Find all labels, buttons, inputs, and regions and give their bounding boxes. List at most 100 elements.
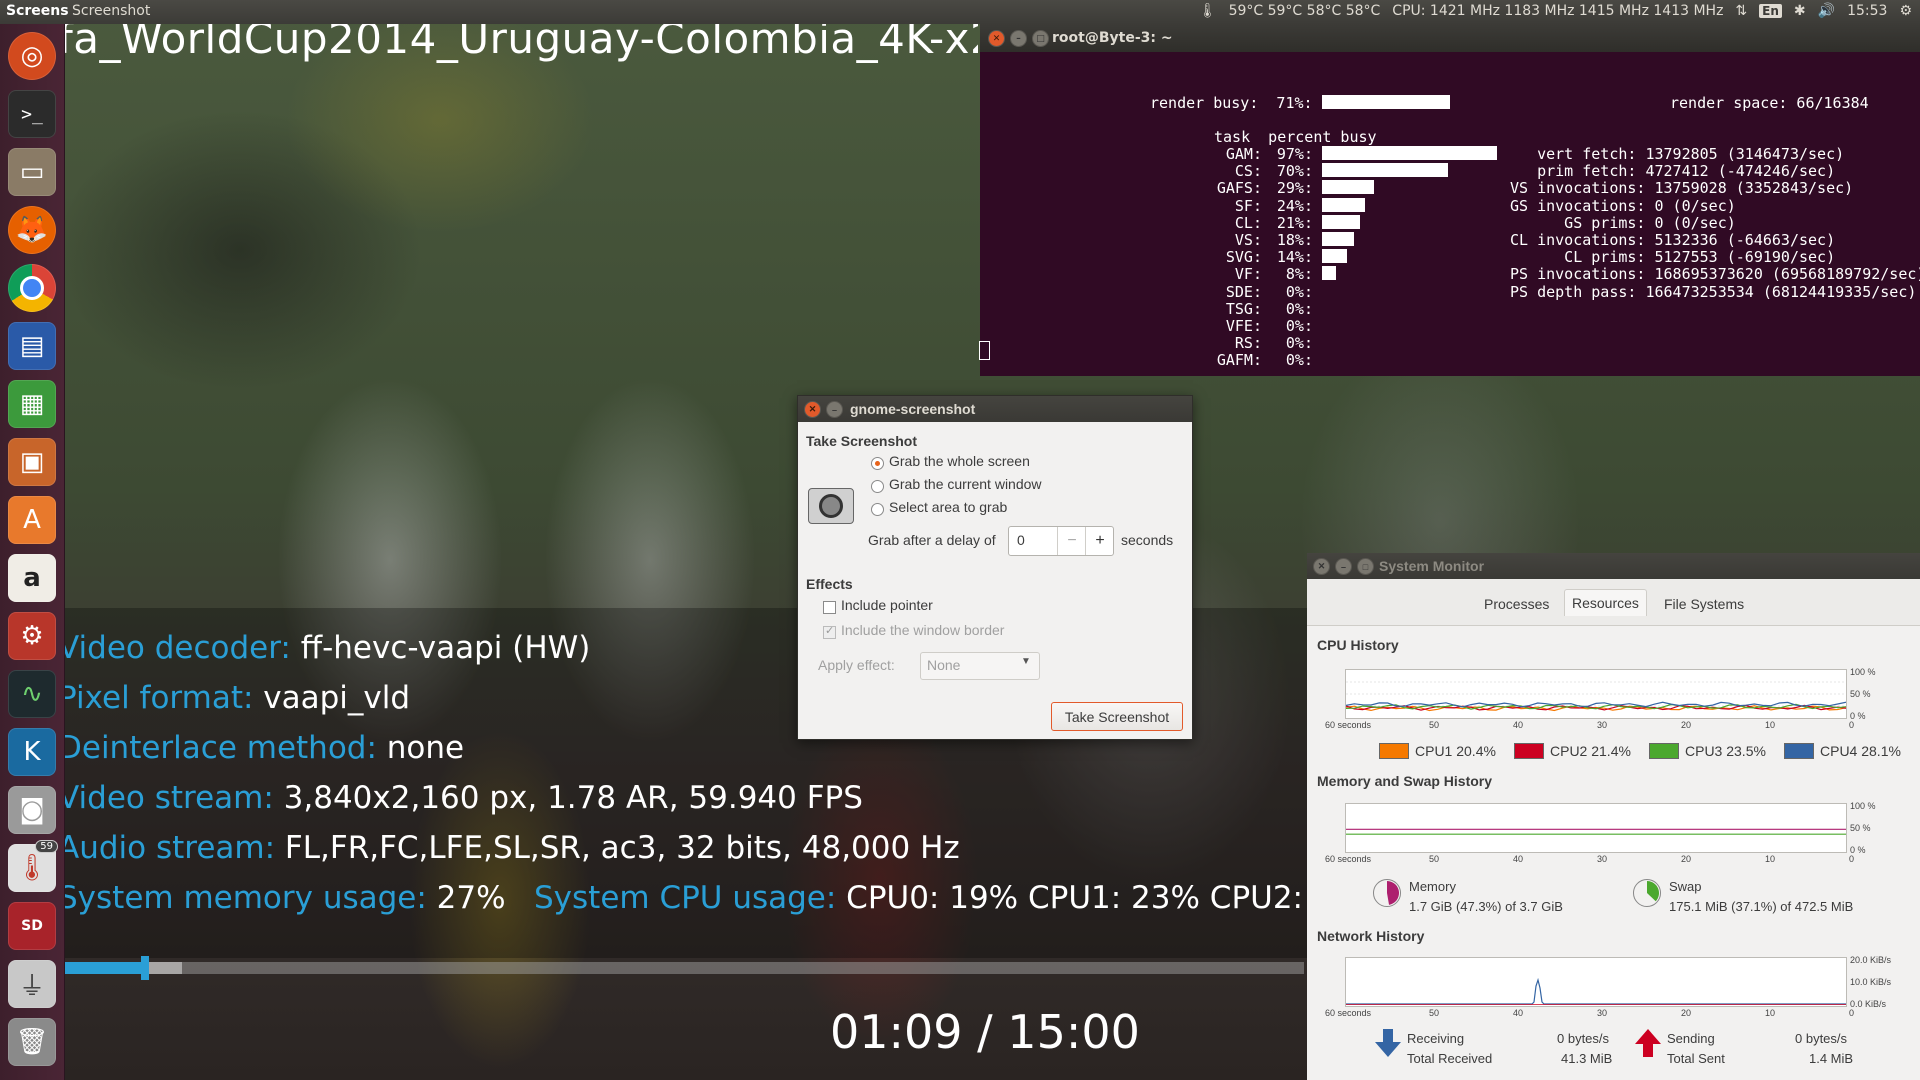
app-menu-name[interactable]: Screens [6,3,69,19]
system-monitor-icon[interactable]: ∿ [8,670,56,718]
top-panel: Screens Screenshot 🌡 59°C 59°C 58°C 58°C… [0,0,1920,24]
system-tray: 🌡 59°C 59°C 58°C 58°C CPU: 1421 MHz 1183… [1199,3,1912,19]
network-history-title: Network History [1317,928,1425,944]
settings-icon[interactable]: ⚙ [8,612,56,660]
files-icon[interactable]: ▭ [8,148,56,196]
delay-value[interactable]: 0 [1017,532,1025,548]
thermometer-icon[interactable]: 🌡 59 [8,840,58,892]
delay-spinbox[interactable]: 0 − + [1008,526,1114,556]
task-name: VFE: [1225,317,1262,335]
thermometer-icon[interactable]: 🌡 [1199,3,1217,19]
terminal-output[interactable]: render busy: 71%: render space: 66/16384… [980,52,1920,376]
task-header: task percent busy [1214,128,1377,146]
terminal-title: root@Byte-3: ~ [1052,30,1173,46]
screenshot-icon[interactable]: ◙ [8,786,56,834]
stat-line: PS invocations: 168695373620 (6956818979… [1510,265,1920,284]
close-icon[interactable]: ✕ [804,401,821,418]
take-screenshot-button[interactable]: Take Screenshot [1051,702,1183,731]
radio-select-area[interactable] [871,503,884,516]
terminal-window[interactable]: ✕ – □ root@Byte-3: ~ render busy: 71%: r… [980,24,1920,376]
gear-icon[interactable]: ⚙ [1899,3,1912,19]
task-name: CS: [1234,162,1262,181]
cpu-legend-swatch[interactable] [1784,743,1814,759]
terminal-icon[interactable]: >_ [8,90,56,138]
tab-file-systems[interactable]: File Systems [1657,591,1751,617]
sd-card-icon[interactable]: SD [8,902,56,950]
decrement-button[interactable]: − [1057,527,1086,555]
maximize-icon[interactable]: □ [1357,558,1374,575]
task-name: GAFM: [1216,351,1262,370]
amazon-icon[interactable]: a [8,554,56,602]
minimize-icon[interactable]: – [1010,30,1027,47]
calc-icon[interactable]: ▦ [8,380,56,428]
terminal-titlebar[interactable]: ✕ – □ root@Byte-3: ~ [980,24,1920,52]
minimize-icon[interactable]: – [826,401,843,418]
temperature-readout[interactable]: 59°C 59°C 58°C 58°C [1229,3,1381,19]
option-current-window[interactable]: Grab the current window [889,476,1042,492]
screenshot-dialog[interactable]: ✕ – gnome-screenshot Take Screenshot Gra… [797,395,1193,740]
sending-rate: 0 bytes/s [1795,1031,1848,1046]
sending-label: Sending [1667,1031,1715,1046]
trash-icon[interactable]: 🗑 [8,1018,56,1066]
clock[interactable]: 15:53 [1847,3,1887,19]
y-tick-label: 50 % [1850,689,1871,699]
seek-handle[interactable] [141,956,149,980]
network-arrows-icon[interactable]: ⇅ [1735,3,1747,19]
ubuntu-icon[interactable]: ◎ [8,32,56,80]
dialog-titlebar[interactable]: ✕ – gnome-screenshot [798,396,1192,422]
effects-heading: Effects [806,576,853,592]
radio-whole-screen[interactable] [871,457,884,470]
total-sent-label: Total Sent [1667,1051,1725,1066]
x-tick-label: 60 seconds [1325,854,1372,864]
network-graph [1345,957,1847,1007]
cpu-frequency-readout[interactable]: CPU: 1421 MHz 1183 MHz 1415 MHz 1413 MHz [1392,3,1723,19]
maximize-icon[interactable]: □ [1032,30,1049,47]
include-pointer-checkbox[interactable] [823,601,836,614]
x-tick-label: 50 [1429,720,1440,730]
delay-unit: seconds [1121,532,1174,548]
close-icon[interactable]: ✕ [988,30,1005,47]
tab-processes[interactable]: Processes [1477,591,1556,617]
cpu-legend-swatch[interactable] [1649,743,1679,759]
osd-video-stream: Video stream: 3,840x2,160 px, 1.78 AR, 5… [58,780,863,816]
download-arrow-icon [1375,1029,1401,1057]
cpu-legend-swatch[interactable] [1514,743,1544,759]
cpu-history-title: CPU History [1317,637,1399,653]
close-icon[interactable]: ✕ [1313,558,1330,575]
stat-line: VS invocations: 13759028 (3352843/sec) [1510,179,1854,198]
sysmon-titlebar[interactable]: ✕ – □ System Monitor [1307,553,1920,579]
option-select-area[interactable]: Select area to grab [889,499,1007,515]
firefox-icon[interactable]: 🦊 [8,206,56,254]
keyboard-layout-indicator[interactable]: En [1759,4,1782,18]
x-tick-label: 0 [1849,854,1855,864]
osd-cpu-usage: System CPU usage: CPU0: 19% CPU1: 23% CP… [534,880,1304,916]
include-pointer-label[interactable]: Include pointer [841,597,933,613]
osd-deinterlace: Deinterlace method: none [58,730,465,766]
volume-icon[interactable]: 🔊 [1818,3,1835,19]
minimize-icon[interactable]: – [1335,558,1352,575]
apply-effect-dropdown: None ▼ [920,652,1040,680]
radio-current-window[interactable] [871,480,884,493]
take-screenshot-heading: Take Screenshot [806,433,918,449]
impress-icon[interactable]: ▣ [8,438,56,486]
cpu-legend-swatch[interactable] [1379,743,1409,759]
cpu-legend-label: CPU3 23.5% [1685,743,1766,759]
bluetooth-icon[interactable]: ✱ [1794,3,1806,19]
y-tick-label: 50 % [1850,823,1871,833]
seek-bar[interactable] [64,956,1304,980]
chrome-icon[interactable] [8,264,56,312]
chevron-down-icon: ▼ [1021,656,1031,667]
usb-icon[interactable]: ⏚ [8,960,56,1008]
include-border-checkbox [823,624,836,639]
apply-effect-label: Apply effect: [818,657,895,673]
increment-button[interactable]: + [1085,527,1114,555]
tab-resources[interactable]: Resources [1564,589,1647,616]
kodi-icon[interactable]: K [8,728,56,776]
software-center-icon[interactable]: A [8,496,56,544]
writer-icon[interactable]: ▤ [8,322,56,370]
sysmon-title: System Monitor [1379,558,1485,574]
option-whole-screen[interactable]: Grab the whole screen [889,453,1030,469]
system-monitor-window[interactable]: ✕ – □ System Monitor Processes Resources… [1307,553,1920,1080]
task-busy-bar [1322,214,1360,229]
launcher: ◎ >_ ▭ 🦊 ▤ ▦ ▣ A a ⚙ ∿ K ◙ 🌡 59 SD ⏚ 🗑 [0,24,65,1080]
